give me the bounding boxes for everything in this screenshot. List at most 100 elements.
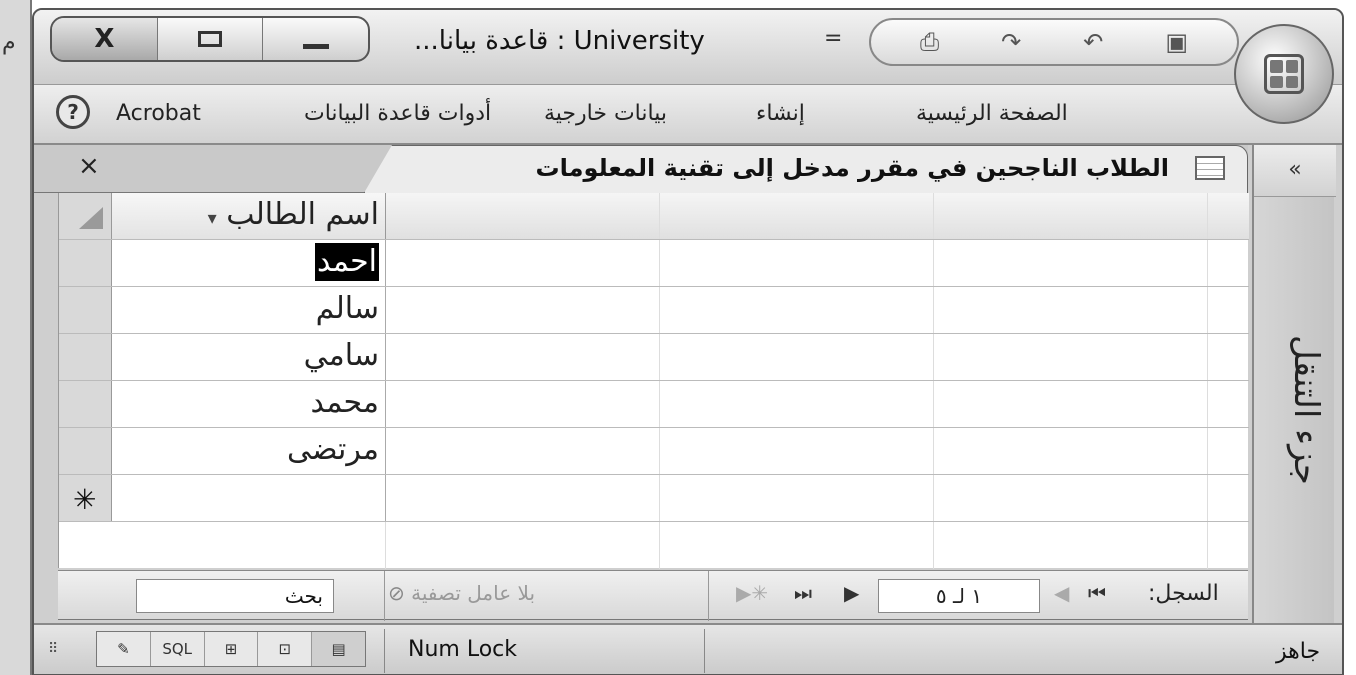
- office-button[interactable]: [1234, 24, 1334, 124]
- status-ready-text: جاهز: [1276, 639, 1321, 664]
- qat-customize-dropdown[interactable]: =: [824, 26, 842, 51]
- tab-acrobat[interactable]: Acrobat: [116, 101, 201, 126]
- empty-cell: [386, 381, 660, 427]
- save-icon[interactable]: ▣: [1165, 28, 1188, 56]
- empty-cell: [660, 334, 934, 380]
- table-row[interactable]: احمد: [59, 240, 1249, 287]
- pivot-chart-view-button[interactable]: ⊞: [205, 632, 259, 666]
- record-selector[interactable]: [59, 240, 112, 286]
- cell-new-student-name[interactable]: [112, 475, 386, 521]
- document-tab-bar: × الطلاب الناجحين في مقرر مدخل إلى تقنية…: [34, 145, 1248, 193]
- background-window-edge: م: [0, 0, 32, 675]
- help-icon[interactable]: ?: [56, 95, 90, 129]
- empty-cell: [386, 428, 660, 474]
- background-window-text: م: [2, 30, 16, 55]
- cell-student-name[interactable]: احمد: [112, 240, 386, 286]
- last-record-button[interactable]: ⏭: [794, 581, 812, 605]
- cell-student-name[interactable]: مرتضى: [112, 428, 386, 474]
- restore-icon: [198, 31, 222, 47]
- design-view-button[interactable]: ✎: [97, 632, 151, 666]
- selected-cell-text: احمد: [315, 243, 379, 281]
- quick-access-toolbar: ⎙ ↷ ↶ ▣: [869, 18, 1239, 66]
- column-header-row: اسم الطالب ▾: [59, 193, 1249, 240]
- record-navigation-bar: بحث بلا عامل تصفية ⊘ ▶✳ ⏭ ▶ ١ لـ ٥ ◀ ⏮ ا…: [58, 570, 1248, 621]
- office-button-icon: [1264, 54, 1304, 94]
- record-selector[interactable]: [59, 334, 112, 380]
- table-row[interactable]: محمد: [59, 381, 1249, 428]
- close-document-icon[interactable]: ×: [78, 151, 100, 181]
- resize-grip-icon[interactable]: ⠿: [48, 641, 59, 657]
- empty-cell: [934, 334, 1208, 380]
- record-label: السجل:: [1148, 581, 1219, 606]
- empty-cell: [934, 428, 1208, 474]
- new-record-row[interactable]: ✳: [59, 475, 1249, 522]
- filter-status-button[interactable]: بلا عامل تصفية ⊘: [388, 581, 535, 605]
- empty-cell: [386, 240, 660, 286]
- empty-cell: [660, 240, 934, 286]
- first-record-button[interactable]: ⏮: [1088, 581, 1106, 605]
- navigation-pane-label[interactable]: جزء التنقل: [1266, 335, 1326, 485]
- cell-student-name[interactable]: سالم: [112, 287, 386, 333]
- datasheet-view-button[interactable]: ▤: [312, 632, 365, 666]
- empty-cell: [660, 381, 934, 427]
- undo-icon[interactable]: ↶: [1083, 28, 1103, 56]
- empty-cell: [386, 287, 660, 333]
- divider: [704, 629, 705, 673]
- sql-view-button[interactable]: SQL: [151, 632, 205, 666]
- tab-home[interactable]: الصفحة الرئيسية: [916, 101, 1068, 126]
- table-row[interactable]: مرتضى: [59, 428, 1249, 475]
- tab-query-results[interactable]: الطلاب الناجحين في مقرر مدخل إلى تقنية ا…: [364, 145, 1248, 193]
- column-dropdown-icon[interactable]: ▾: [208, 208, 217, 229]
- num-lock-indicator: Num Lock: [408, 637, 517, 662]
- status-bar: ⠿ ✎ SQL ⊞ ⊡ ▤ Num Lock جاهز: [34, 623, 1342, 674]
- filter-label: بلا عامل تصفية: [411, 581, 536, 605]
- search-input[interactable]: بحث: [136, 579, 334, 613]
- ribbon-tab-bar: ? Acrobat أدوات قاعدة البيانات بيانات خا…: [34, 85, 1342, 145]
- screenshot-frame: م X University : قاعدة بيانا... = ⎙ ↷ ↶: [0, 0, 1356, 675]
- pivot-table-view-button[interactable]: ⊡: [258, 632, 313, 666]
- empty-column: [660, 193, 934, 239]
- empty-cell: [660, 287, 934, 333]
- tab-external-data[interactable]: بيانات خارجية: [544, 101, 667, 126]
- empty-cell: [934, 522, 1208, 569]
- minimize-button[interactable]: [263, 18, 368, 60]
- no-filter-icon: ⊘: [388, 581, 405, 605]
- empty-column: [934, 193, 1208, 239]
- datasheet-grid: اسم الطالب ▾ احمد سالم سامي محمد مرتضى ✳: [58, 193, 1249, 569]
- cell-student-name[interactable]: سامي: [112, 334, 386, 380]
- table-row[interactable]: سالم: [59, 287, 1249, 334]
- empty-cell: [660, 522, 934, 569]
- select-all-corner[interactable]: [59, 193, 112, 239]
- document-tab-title: الطلاب الناجحين في مقرر مدخل إلى تقنية ا…: [535, 154, 1169, 182]
- table-row[interactable]: سامي: [59, 334, 1249, 381]
- column-header-student-name[interactable]: اسم الطالب ▾: [112, 193, 386, 239]
- query-datasheet-icon: [1195, 156, 1225, 180]
- next-record-button[interactable]: ▶: [844, 581, 859, 605]
- print-icon[interactable]: ⎙: [920, 28, 939, 56]
- cell-student-name[interactable]: محمد: [112, 381, 386, 427]
- empty-cell: [386, 334, 660, 380]
- restore-button[interactable]: [158, 18, 264, 60]
- close-button[interactable]: X: [52, 18, 158, 60]
- empty-cell: [934, 381, 1208, 427]
- new-record-icon: ✳: [73, 483, 97, 516]
- record-selector[interactable]: [59, 287, 112, 333]
- record-selector[interactable]: [59, 428, 112, 474]
- close-icon: X: [94, 24, 115, 54]
- blank-area: [59, 522, 1249, 569]
- new-record-selector[interactable]: ✳: [59, 475, 112, 521]
- expand-navigation-pane-button[interactable]: «: [1254, 145, 1336, 197]
- column-header-label: اسم الطالب: [226, 197, 379, 232]
- record-selector[interactable]: [59, 381, 112, 427]
- navigation-pane: « جزء التنقل: [1252, 145, 1336, 623]
- empty-cell: [934, 240, 1208, 286]
- previous-record-button[interactable]: ◀: [1054, 581, 1069, 605]
- view-switcher: ✎ SQL ⊞ ⊡ ▤: [96, 631, 366, 667]
- title-bar: X University : قاعدة بيانا... = ⎙ ↷ ↶ ▣: [34, 10, 1342, 124]
- new-record-nav-button[interactable]: ▶✳: [736, 581, 768, 605]
- current-record-input[interactable]: ١ لـ ٥: [878, 579, 1040, 613]
- tab-create[interactable]: إنشاء: [756, 101, 805, 126]
- tab-database-tools[interactable]: أدوات قاعدة البيانات: [304, 101, 491, 126]
- redo-icon[interactable]: ↷: [1001, 28, 1021, 56]
- divider: [384, 629, 385, 673]
